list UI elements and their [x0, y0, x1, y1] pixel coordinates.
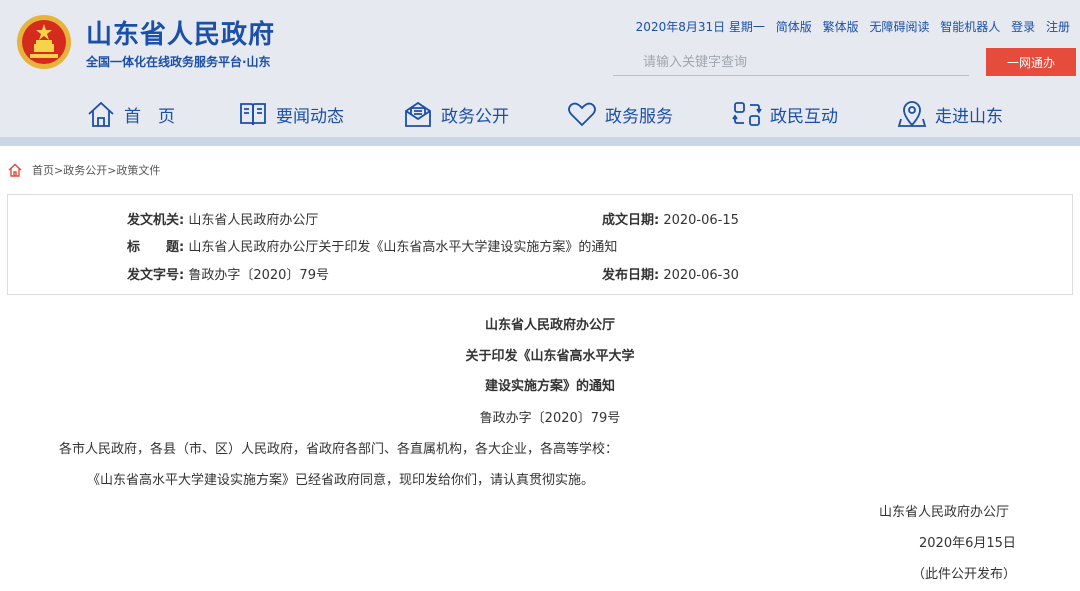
doc-heading-title-line2: 建设实施方案》的通知	[484, 379, 615, 394]
map-pin-icon	[897, 101, 927, 127]
nav-label-news: 要闻动态	[276, 106, 344, 127]
breadcrumb: 首页>政务公开>政策文件	[8, 162, 160, 178]
search-input[interactable]	[613, 50, 969, 76]
nav-item-gov-service[interactable]: 政务服务	[567, 94, 673, 134]
top-link-traditional[interactable]: 繁体版	[823, 20, 859, 34]
meta-date-written: 成文日期: 2020-06-15	[602, 209, 739, 228]
meta-issuer: 发文机关: 山东省人民政府办公厅	[127, 209, 318, 228]
meta-publish-date-label: 发布日期:	[602, 268, 660, 283]
nav-item-gov-info[interactable]: 政务公开	[403, 94, 509, 134]
meta-doc-number: 发文字号: 鲁政办字〔2020〕79号	[127, 264, 329, 283]
doc-heading-title-line1: 关于印发《山东省高水平大学	[465, 349, 635, 364]
meta-doc-number-label: 发文字号:	[127, 268, 185, 283]
breadcrumb-path[interactable]: 首页>政务公开>政策文件	[32, 162, 160, 178]
nav-item-interaction[interactable]: 政民互动	[732, 94, 838, 134]
home-icon	[88, 101, 114, 127]
top-link-register[interactable]: 注册	[1046, 20, 1070, 34]
top-link-date: 2020年8月31日 星期一	[635, 20, 765, 34]
meta-doc-number-value: 鲁政办字〔2020〕79号	[188, 268, 329, 283]
meta-date-written-label: 成文日期:	[602, 213, 660, 228]
doc-public-note: （此件公开发布）	[912, 567, 1017, 582]
heart-icon	[568, 102, 596, 127]
top-link-login[interactable]: 登录	[1011, 20, 1035, 34]
doc-number: 鲁政办字〔2020〕79号	[479, 411, 621, 426]
site-header: 山东省人民政府 全国一体化在线政务服务平台·山东 2020年8月31日 星期一 …	[0, 0, 1080, 146]
top-link-robot[interactable]: 智能机器人	[940, 20, 1000, 34]
meta-date-written-value: 2020-06-15	[663, 213, 739, 228]
meta-issuer-label: 发文机关:	[127, 213, 185, 228]
header-divider	[0, 137, 1080, 146]
doc-sign-date: 2020年6月15日	[919, 536, 1016, 551]
nav-item-about-shandong[interactable]: 走进山东	[897, 94, 1003, 134]
top-link-accessibility[interactable]: 无障碍阅读	[869, 20, 929, 34]
nav-label-about-shandong: 走进山东	[935, 106, 1003, 127]
national-emblem-icon[interactable]	[16, 12, 72, 72]
nav-label-home: 首 页	[124, 106, 175, 127]
doc-heading-issuer: 山东省人民政府办公厅	[484, 318, 615, 333]
nav-label-gov-info: 政务公开	[441, 106, 509, 127]
doc-signature: 山东省人民政府办公厅	[879, 505, 1010, 520]
top-links: 2020年8月31日 星期一 简体版 繁体版 无障碍阅读 智能机器人 登录 注册	[629, 18, 1070, 35]
mail-open-icon	[405, 101, 431, 127]
top-link-simplified[interactable]: 简体版	[776, 20, 812, 34]
book-icon	[240, 103, 266, 126]
main-nav: 首 页 要闻动态 政务公开 政务服务 政民互动 走进山东	[0, 94, 1080, 134]
interaction-icon	[732, 102, 762, 126]
nav-item-news[interactable]: 要闻动态	[238, 94, 344, 134]
meta-publish-date: 发布日期: 2020-06-30	[602, 264, 739, 283]
yiwang-tongban-button[interactable]: 一网通办	[986, 48, 1076, 76]
home-icon[interactable]	[8, 163, 22, 177]
meta-title: 标 题: 山东省人民政府办公厅关于印发《山东省高水平大学建设实施方案》的通知	[127, 236, 617, 255]
site-subtitle: 全国一体化在线政务服务平台·山东	[86, 55, 271, 69]
meta-publish-date-value: 2020-06-30	[663, 268, 739, 283]
site-title[interactable]: 山东省人民政府	[86, 14, 275, 51]
meta-issuer-value: 山东省人民政府办公厅	[188, 213, 319, 228]
document-meta-box: 发文机关: 山东省人民政府办公厅 成文日期: 2020-06-15 标 题: 山…	[7, 194, 1073, 295]
nav-item-home[interactable]: 首 页	[86, 94, 175, 134]
meta-title-label: 标 题:	[127, 240, 185, 255]
doc-recipients: 各市人民政府，各县（市、区）人民政府，省政府各部门、各直属机构，各大企业，各高等…	[59, 442, 619, 457]
meta-title-value: 山东省人民政府办公厅关于印发《山东省高水平大学建设实施方案》的通知	[188, 240, 618, 255]
nav-label-gov-service: 政务服务	[605, 106, 673, 127]
doc-body-paragraph: 《山东省高水平大学建设实施方案》已经省政府同意，现印发给你们，请认真贯彻实施。	[87, 473, 595, 488]
nav-label-interaction: 政民互动	[770, 106, 838, 127]
